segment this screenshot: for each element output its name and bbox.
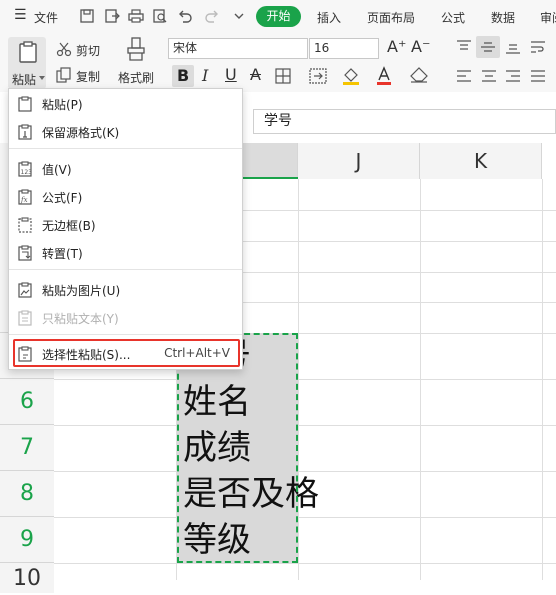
grid-line [54, 517, 556, 518]
strikethrough-icon[interactable]: A [250, 65, 261, 84]
menu-item-label: 粘贴(P) [42, 98, 83, 112]
transpose-icon [18, 245, 32, 261]
paste-button[interactable]: 粘贴 [8, 37, 46, 89]
paste-values-icon: 123 [18, 161, 33, 177]
grid-line [542, 179, 543, 580]
cut-button[interactable]: 剪切 [76, 42, 100, 59]
print-icon[interactable] [128, 8, 144, 24]
paste-no-border-icon [18, 217, 32, 233]
clipboard-icon [19, 41, 37, 63]
menu-item-no-border[interactable]: 无边框(B) [9, 212, 242, 238]
tab-data[interactable]: 数据 [491, 9, 515, 26]
format-painter-icon[interactable] [126, 37, 146, 61]
menu-separator [9, 148, 242, 149]
font-name-select[interactable]: 宋体 [168, 38, 308, 59]
row-header-6[interactable]: 6 [0, 379, 54, 425]
wrap-text-icon[interactable] [530, 40, 546, 54]
decrease-font-icon[interactable]: A⁻ [411, 37, 430, 56]
highlight-box [13, 339, 240, 367]
paste-picture-icon [18, 282, 32, 298]
format-painter-button[interactable]: 格式刷 [118, 69, 154, 86]
tab-insert[interactable]: 插入 [317, 9, 341, 26]
menu-item-formula[interactable]: fx 公式(F) [9, 184, 242, 210]
menu-item-label: 保留源格式(K) [42, 126, 120, 140]
paste-dropdown-menu: 粘贴(P) 保留源格式(K) 123 值(V) fx 公式(F) 无边框(B) … [8, 88, 243, 370]
export-icon[interactable] [104, 8, 120, 24]
increase-font-icon[interactable]: A⁺ [387, 37, 406, 56]
paste-formula-icon: fx [18, 189, 32, 205]
row-header-9[interactable]: 9 [0, 517, 54, 563]
font-color-icon[interactable] [376, 66, 392, 86]
menu-item-label: 粘贴为图片(U) [42, 284, 121, 298]
file-menu[interactable]: 文件 [34, 9, 58, 26]
grid-line [54, 563, 556, 564]
menu-item-label: 值(V) [42, 163, 72, 177]
menu-item-label: 只粘贴文本(Y) [42, 312, 119, 326]
save-icon[interactable] [79, 8, 95, 24]
undo-icon[interactable] [177, 8, 193, 24]
tab-home[interactable]: 开始 [256, 6, 301, 27]
align-left-icon[interactable] [456, 69, 472, 83]
chevron-down-icon [39, 76, 45, 80]
justify-icon[interactable] [530, 69, 546, 83]
paste-icon [18, 96, 32, 112]
paste-label: 粘贴 [12, 73, 37, 87]
formula-bar[interactable]: 学号 [253, 109, 556, 134]
scissors-icon[interactable] [56, 41, 72, 57]
align-middle-button[interactable] [476, 36, 500, 58]
menu-item-paste-text-only: 只粘贴文本(Y) [9, 305, 242, 331]
border-icon[interactable] [275, 68, 291, 84]
row-header-10[interactable]: 10 [0, 563, 54, 593]
paste-text-icon [18, 310, 32, 326]
row-header-7[interactable]: 7 [0, 425, 54, 471]
menu-item-label: 无边框(B) [42, 219, 96, 233]
copy-button[interactable]: 复制 [76, 68, 100, 85]
bold-button[interactable]: B [172, 65, 194, 87]
menu-item-label: 转置(T) [42, 247, 83, 261]
chevron-down-icon[interactable] [231, 8, 247, 24]
grid-line [298, 179, 299, 580]
menu-item-paste[interactable]: 粘贴(P) [9, 91, 242, 117]
align-top-icon[interactable] [456, 40, 472, 54]
row-header-8[interactable]: 8 [0, 471, 54, 517]
column-header-j[interactable]: J [298, 143, 420, 179]
menu-item-transpose[interactable]: 转置(T) [9, 240, 242, 266]
menu-separator [9, 334, 242, 335]
underline-icon[interactable]: U [225, 65, 237, 84]
tab-review[interactable]: 审阅 [540, 9, 556, 26]
bold-icon: B [177, 66, 190, 85]
grid-line [54, 379, 556, 380]
align-center-icon[interactable] [481, 69, 497, 83]
paste-keep-format-icon [18, 124, 32, 140]
grid-line [54, 425, 556, 426]
tab-page-layout[interactable]: 页面布局 [367, 9, 415, 26]
grid-line [420, 179, 421, 580]
eraser-icon[interactable] [410, 67, 428, 83]
menu-item-keep-source-format[interactable]: 保留源格式(K) [9, 119, 242, 145]
menu-separator [9, 269, 242, 270]
tab-formulas[interactable]: 公式 [441, 9, 465, 26]
column-header-k[interactable]: K [420, 143, 542, 179]
align-middle-icon [481, 42, 495, 52]
copy-icon[interactable] [56, 67, 72, 83]
menu-item-values[interactable]: 123 值(V) [9, 156, 242, 182]
svg-text:fx: fx [20, 196, 28, 204]
italic-icon[interactable]: I [202, 66, 208, 85]
hamburger-icon[interactable]: ☰ [14, 7, 27, 23]
ribbon: 粘贴 剪切 复制 格式刷 宋体 16 A⁺ A⁻ B I U A [0, 33, 556, 92]
redo-icon[interactable] [204, 8, 220, 24]
print-preview-icon[interactable] [152, 8, 168, 24]
menu-bar: ☰ 文件 开始 插入 页面布局 公式 数据 审阅 [0, 0, 556, 33]
menu-item-label: 公式(F) [42, 191, 83, 205]
svg-text:123: 123 [21, 169, 33, 176]
fill-color-icon[interactable] [342, 66, 360, 86]
merge-cells-icon[interactable] [309, 68, 327, 84]
align-right-icon[interactable] [505, 69, 521, 83]
font-size-select[interactable]: 16 [309, 38, 379, 59]
align-bottom-icon[interactable] [505, 40, 521, 54]
menu-item-paste-as-picture[interactable]: 粘贴为图片(U) [9, 277, 242, 303]
